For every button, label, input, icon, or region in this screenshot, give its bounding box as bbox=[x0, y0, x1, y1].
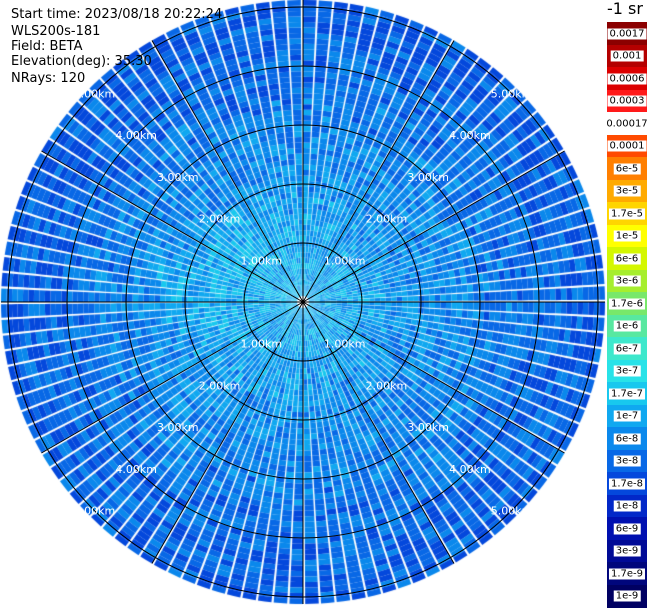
colorbar-level: 6e-5 bbox=[607, 157, 647, 180]
colorbar-level: 0.0001 bbox=[607, 134, 647, 158]
colorbar-level: 3e-5 bbox=[607, 179, 647, 203]
colorbar-level: 1.7e-7 bbox=[607, 382, 647, 405]
colorbar-level: 3e-6 bbox=[607, 269, 647, 293]
range-ring-label: 5.00km bbox=[74, 87, 116, 100]
range-ring-label: 1.00km bbox=[324, 338, 366, 351]
colorbar-level-label: 1e-5 bbox=[613, 230, 641, 242]
colorbar-level: 1.7e-6 bbox=[607, 292, 647, 315]
colorbar-level-label: 1e-7 bbox=[613, 410, 641, 422]
colorbar-level: 1e-7 bbox=[607, 404, 647, 428]
range-ring-label: 2.00km bbox=[199, 379, 241, 392]
colorbar-level-label: 3e-6 bbox=[613, 275, 641, 287]
colorbar-level-label: 6e-7 bbox=[613, 343, 641, 354]
colorbar-level-label: 6e-9 bbox=[613, 523, 641, 534]
colorbar-level: 1e-5 bbox=[607, 224, 647, 248]
range-ring-label: 5.00km bbox=[491, 505, 533, 518]
range-ring-label: 1.00km bbox=[240, 338, 282, 351]
range-ring-label: 3.00km bbox=[407, 171, 449, 184]
colorbar-level: 0.00017 bbox=[604, 112, 647, 135]
colorbar-level-label: 3e-9 bbox=[613, 545, 641, 557]
colorbar-level: 6e-8 bbox=[607, 427, 647, 450]
colorbar-level-label: 1.7e-7 bbox=[608, 388, 646, 399]
colorbar-units-title: -1 sr bbox=[607, 0, 643, 18]
colorbar-level: 0.001 bbox=[607, 44, 647, 68]
colorbar: 0.0017 0.001 0.0006 0.0003 0.00017 0.0001 6e-5… bbox=[604, 22, 647, 608]
colorbar-level-label: 0.0017 bbox=[607, 28, 647, 39]
colorbar-level-label: 0.001 bbox=[610, 50, 644, 62]
colorbar-level-label: 1.7e-8 bbox=[608, 478, 646, 489]
colorbar-level: 0.0006 bbox=[607, 67, 647, 90]
colorbar-level-label: 3e-8 bbox=[613, 455, 641, 467]
colorbar-level: 1e-9 bbox=[607, 584, 647, 608]
range-ring-label: 4.00km bbox=[449, 129, 491, 142]
colorbar-level-label: 0.0003 bbox=[607, 95, 647, 107]
colorbar-level: 1e-8 bbox=[607, 494, 647, 518]
colorbar-level: 3e-8 bbox=[607, 449, 647, 473]
colorbar-level: 6e-7 bbox=[607, 337, 647, 360]
colorbar-level-label: 1.7e-5 bbox=[608, 208, 646, 219]
colorbar-level: 1.7e-9 bbox=[607, 562, 647, 585]
range-ring-label: 3.00km bbox=[157, 421, 199, 434]
colorbar-level-label: 3e-7 bbox=[613, 365, 641, 377]
start-time-label: Start time: 2023/08/18 20:22:24 bbox=[11, 7, 223, 22]
field-label: Field: BETA bbox=[11, 39, 83, 54]
instrument-label: WLS200s-181 bbox=[11, 24, 101, 39]
colorbar-level-label: 3e-5 bbox=[613, 185, 641, 197]
range-ring-label: 4.00km bbox=[449, 463, 491, 476]
colorbar-level: 6e-6 bbox=[607, 247, 647, 270]
range-ring-label: 1.00km bbox=[324, 254, 366, 267]
colorbar-level-label: 1e-8 bbox=[613, 500, 641, 512]
colorbar-level: 1.7e-5 bbox=[607, 202, 647, 225]
colorbar-level-label: 6e-6 bbox=[613, 253, 641, 264]
colorbar-level: 0.0003 bbox=[607, 89, 647, 113]
range-ring-label: 2.00km bbox=[199, 213, 241, 226]
colorbar-level-label: 0.00017 bbox=[604, 118, 647, 129]
colorbar-level-label: 1.7e-6 bbox=[608, 298, 646, 309]
colorbar-level-label: 6e-5 bbox=[613, 163, 641, 174]
colorbar-level-label: 1e-6 bbox=[613, 320, 641, 332]
colorbar-level: 1.7e-8 bbox=[607, 472, 647, 495]
nrays-label: NRays: 120 bbox=[11, 71, 86, 86]
colorbar-level-label: 0.0006 bbox=[607, 73, 647, 84]
colorbar-level: 3e-9 bbox=[607, 539, 647, 563]
colorbar-level-label: 1.7e-9 bbox=[608, 568, 646, 579]
colorbar-level: 6e-9 bbox=[607, 517, 647, 540]
range-ring-overlay: 1.00km 1.00km 1.00km 1.00km 2.00km 2.00km 2.00… bbox=[1, 0, 605, 604]
range-ring-label: 6.00km bbox=[533, 46, 575, 59]
range-ring-label: 4.00km bbox=[115, 129, 157, 142]
range-ring-label: 6.00km bbox=[533, 546, 575, 559]
range-ring-label: 4.00km bbox=[115, 463, 157, 476]
range-ring-label: 5.00km bbox=[491, 87, 533, 100]
colorbar-level: 3e-7 bbox=[607, 359, 647, 383]
range-ring-label: 1.00km bbox=[240, 254, 282, 267]
colorbar-level: 0.0017 bbox=[607, 22, 647, 45]
range-ring-label: 3.00km bbox=[157, 171, 199, 184]
colorbar-level: 1e-6 bbox=[607, 314, 647, 338]
colorbar-level-label: 1e-9 bbox=[613, 590, 641, 602]
elevation-label: Elevation(deg): 35.30 bbox=[11, 54, 152, 69]
range-ring-label: 6.00km bbox=[32, 546, 74, 559]
colorbar-level-label: 0.0001 bbox=[607, 140, 647, 152]
range-ring-label: 2.00km bbox=[366, 213, 408, 226]
colorbar-level-label: 6e-8 bbox=[613, 433, 641, 444]
range-ring-label: 5.00km bbox=[74, 505, 116, 518]
range-ring-label: 2.00km bbox=[366, 379, 408, 392]
range-ring-label: 3.00km bbox=[407, 421, 449, 434]
